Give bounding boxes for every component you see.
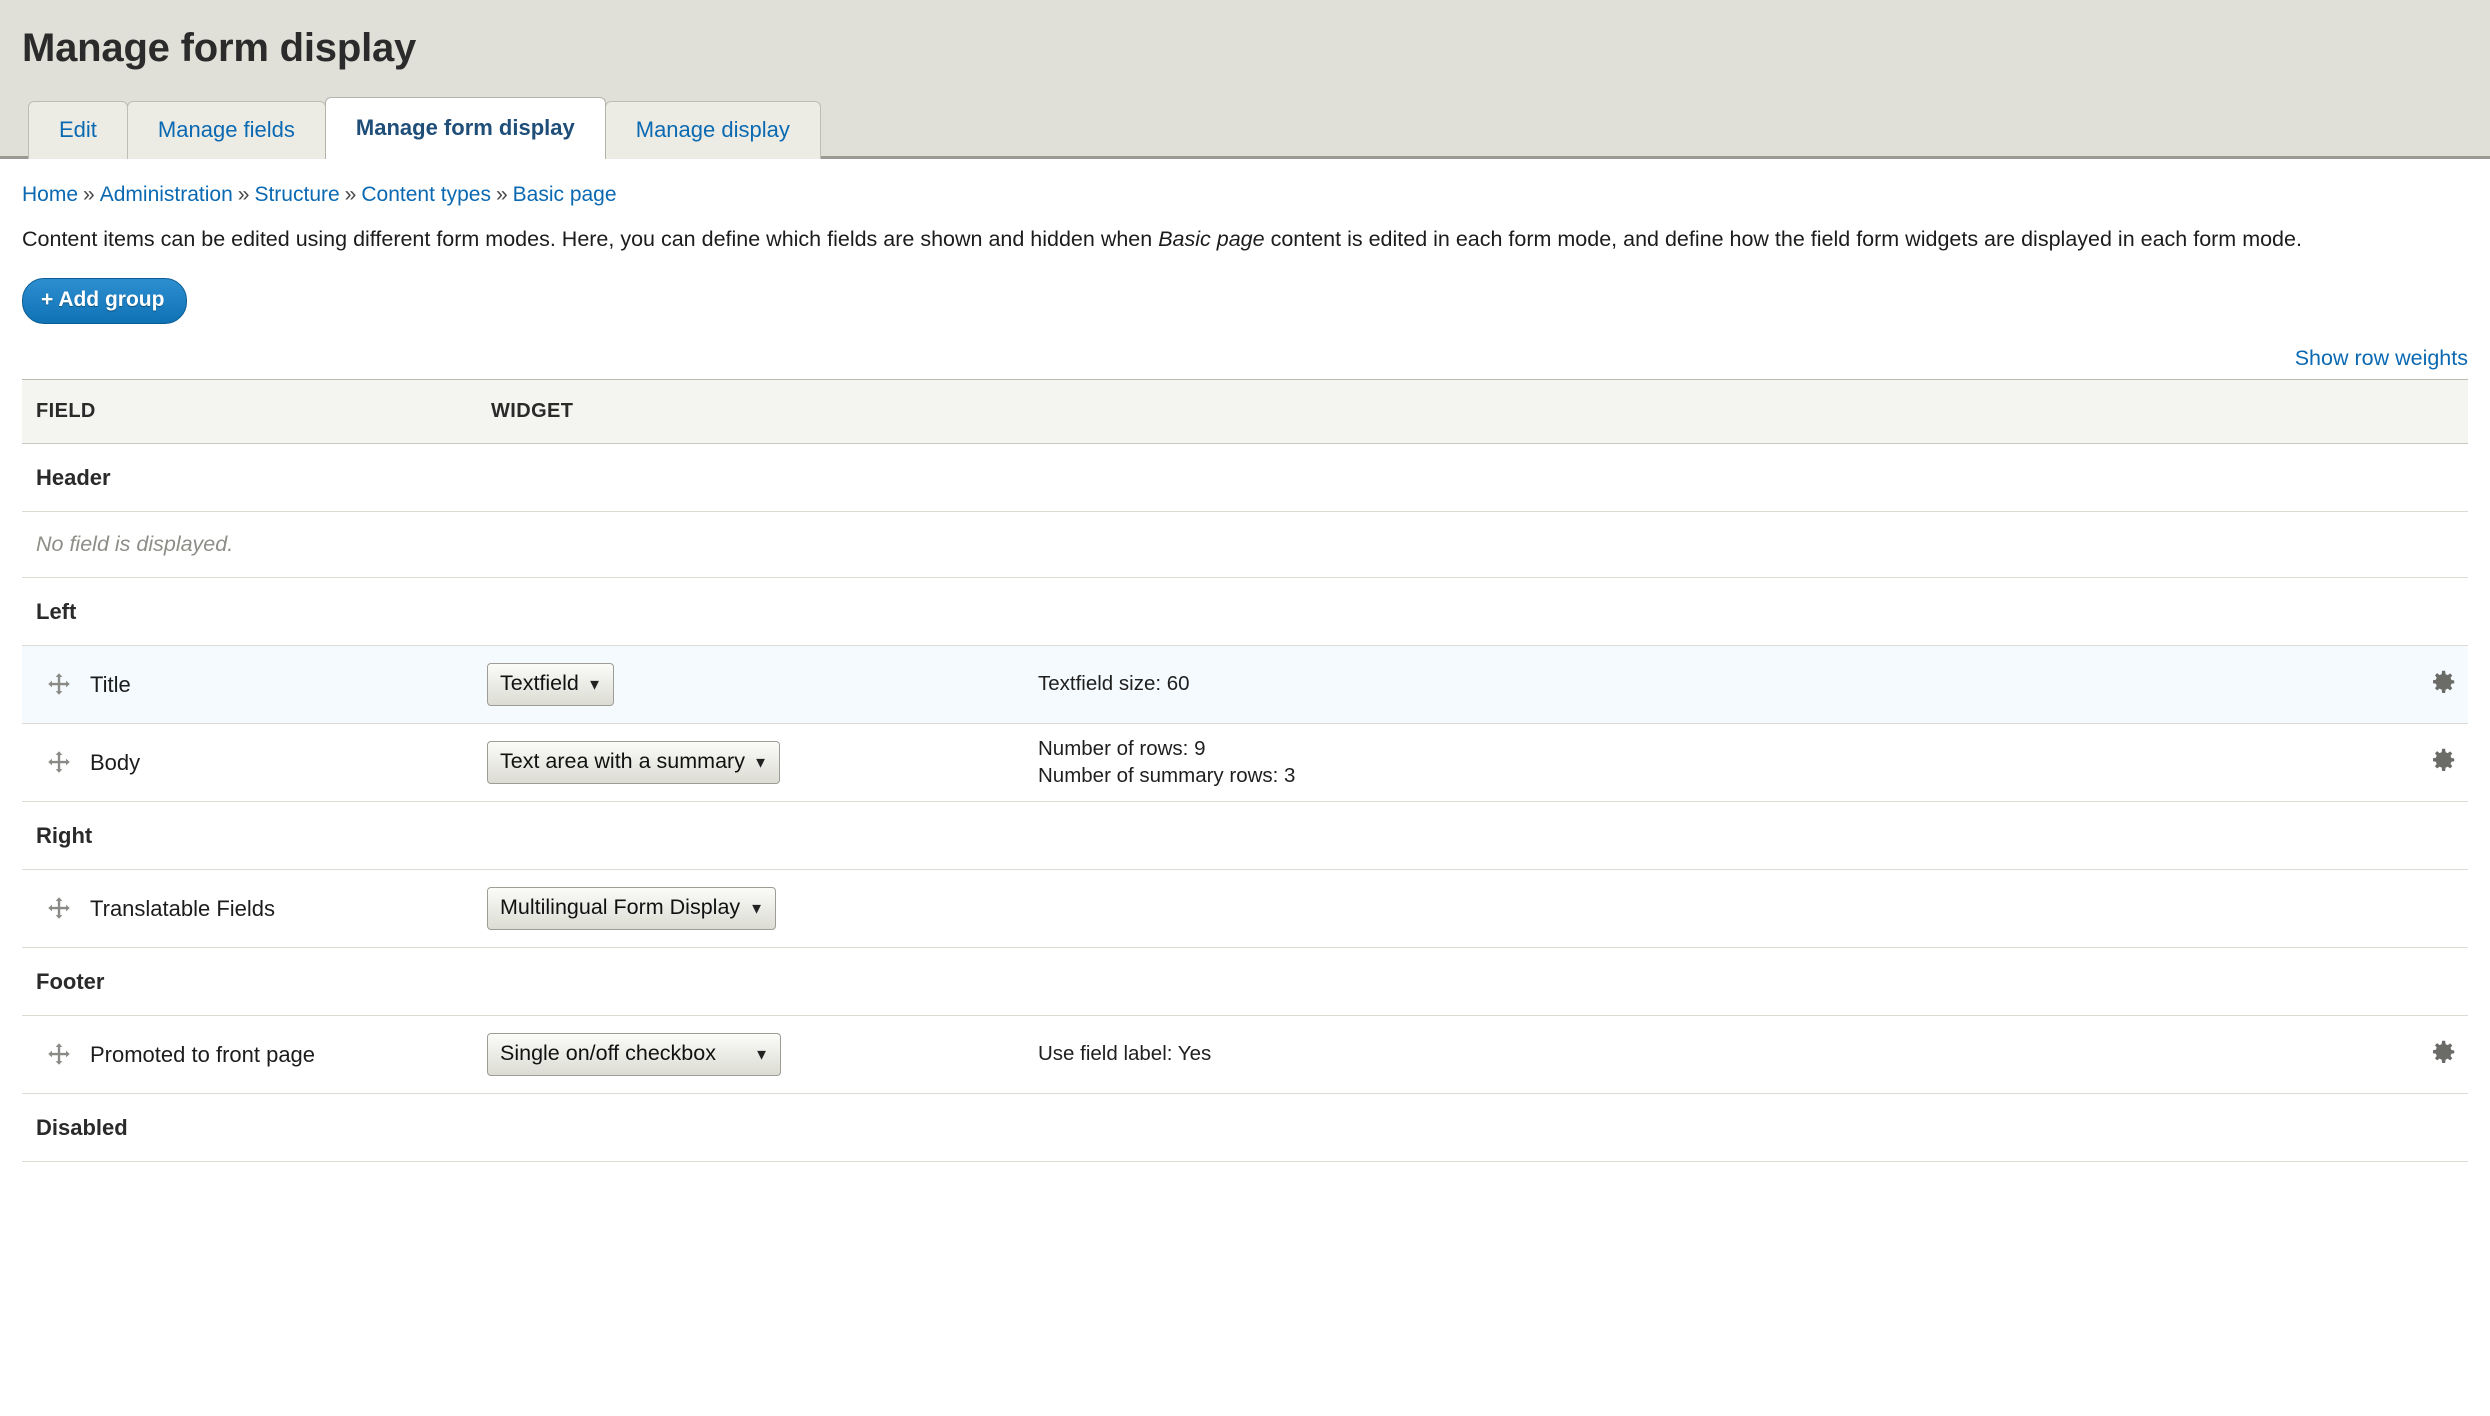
widget-cell: Text area with a summary▼ xyxy=(477,724,1022,802)
summary-line: Number of rows: 9 xyxy=(1038,736,2338,762)
description-part-1: Content items can be edited using differ… xyxy=(22,227,1158,251)
settings-cell xyxy=(2348,1016,2468,1094)
summary-line: Number of summary rows: 3 xyxy=(1038,763,2338,789)
summary-line: Textfield size: 60 xyxy=(1038,671,2338,697)
field-label: Title xyxy=(90,672,131,698)
breadcrumb-link-administration[interactable]: Administration xyxy=(100,183,233,206)
breadcrumb-separator: » xyxy=(496,183,508,206)
main-content: Home»Administration»Structure»Content ty… xyxy=(0,159,2490,1162)
table-head: FIELD WIDGET xyxy=(22,380,2468,444)
empty-region-row: No field is displayed. xyxy=(22,512,2468,578)
table-header-row: FIELD WIDGET xyxy=(22,380,2468,444)
primary-tabs: Edit Manage fields Manage form display Mana… xyxy=(28,97,2490,159)
breadcrumb-separator: » xyxy=(238,183,250,206)
add-group-button[interactable]: + Add group xyxy=(22,278,187,324)
row-weights-container: Show row weights xyxy=(22,346,2468,377)
page-description: Content items can be edited using differ… xyxy=(22,225,2468,254)
widget-select-container: Multilingual Form Display▼ xyxy=(487,887,776,930)
widget-cell: Textfield▼ xyxy=(477,646,1022,724)
summary-cell: Number of rows: 9Number of summary rows:… xyxy=(1022,724,2348,802)
field-cell: Translatable Fields xyxy=(22,870,477,948)
column-header-settings xyxy=(2348,380,2468,444)
gear-icon[interactable] xyxy=(2428,1037,2458,1067)
breadcrumb: Home»Administration»Structure»Content ty… xyxy=(22,159,2468,207)
tab-label: Manage form display xyxy=(356,115,575,140)
breadcrumb-link-structure[interactable]: Structure xyxy=(254,183,339,206)
summary-line: Use field label: Yes xyxy=(1038,1041,2338,1067)
table-row: Title Textfield▼ Textfield size: 60 xyxy=(22,646,2468,724)
region-row-left: Left xyxy=(22,578,2468,646)
widget-select[interactable]: Text area with a summary xyxy=(487,741,780,784)
field-label: Promoted to front page xyxy=(90,1042,315,1068)
breadcrumb-link-basic-page[interactable]: Basic page xyxy=(513,183,617,206)
widget-select-container: Text area with a summary▼ xyxy=(487,741,780,784)
region-row-footer: Footer xyxy=(22,948,2468,1016)
widget-cell: Single on/off checkbox▼ xyxy=(477,1016,1022,1094)
summary-cell xyxy=(1022,870,2348,948)
widget-summary: Number of rows: 9Number of summary rows:… xyxy=(1032,736,2338,788)
widget-cell: Multilingual Form Display▼ xyxy=(477,870,1022,948)
empty-region-message: No field is displayed. xyxy=(22,512,2468,578)
widget-select-container: Textfield▼ xyxy=(487,663,614,706)
field-label: Body xyxy=(90,750,140,776)
description-emphasis: Basic page xyxy=(1158,227,1264,251)
tab-label: Manage fields xyxy=(158,117,295,142)
field-cell: Body xyxy=(22,724,477,802)
settings-cell xyxy=(2348,724,2468,802)
summary-cell: Use field label: Yes xyxy=(1022,1016,2348,1094)
breadcrumb-separator: » xyxy=(345,183,357,206)
page-header: Manage form display Edit Manage fields Man… xyxy=(0,0,2490,159)
field-label: Translatable Fields xyxy=(90,896,275,922)
settings-cell xyxy=(2348,870,2468,948)
tab-label: Manage display xyxy=(636,117,790,142)
page-title: Manage form display xyxy=(22,26,2490,71)
table-row: Body Text area with a summary▼ Number of r… xyxy=(22,724,2468,802)
region-row-disabled: Disabled xyxy=(22,1094,2468,1162)
tab-manage-fields[interactable]: Manage fields xyxy=(127,101,326,159)
widget-select-container: Single on/off checkbox▼ xyxy=(487,1033,781,1076)
drag-handle-icon[interactable] xyxy=(46,672,72,698)
drag-handle-icon[interactable] xyxy=(46,1042,72,1068)
breadcrumb-link-content-types[interactable]: Content types xyxy=(361,183,491,206)
table-body: HeaderNo field is displayed.Left Title Tex… xyxy=(22,444,2468,1162)
region-row-header: Header xyxy=(22,444,2468,512)
settings-cell xyxy=(2348,646,2468,724)
form-display-table: FIELD WIDGET HeaderNo field is displayed… xyxy=(22,379,2468,1162)
table-row: Promoted to front page Single on/off chec… xyxy=(22,1016,2468,1094)
tab-manage-form-display[interactable]: Manage form display xyxy=(325,97,606,159)
gear-icon[interactable] xyxy=(2428,745,2458,775)
widget-summary: Textfield size: 60 xyxy=(1032,671,2338,697)
region-label: Right xyxy=(22,802,2468,870)
tab-edit[interactable]: Edit xyxy=(28,101,128,159)
field-cell: Title xyxy=(22,646,477,724)
column-header-widget: WIDGET xyxy=(477,380,1022,444)
region-label: Header xyxy=(22,444,2468,512)
breadcrumb-link-home[interactable]: Home xyxy=(22,183,78,206)
summary-cell: Textfield size: 60 xyxy=(1022,646,2348,724)
tab-manage-display[interactable]: Manage display xyxy=(605,101,821,159)
region-row-right: Right xyxy=(22,802,2468,870)
tab-label: Edit xyxy=(59,117,97,142)
widget-select[interactable]: Single on/off checkbox xyxy=(487,1033,781,1076)
table-row: Translatable Fields Multilingual Form Dis… xyxy=(22,870,2468,948)
field-cell: Promoted to front page xyxy=(22,1016,477,1094)
column-header-field: FIELD xyxy=(22,380,477,444)
widget-select[interactable]: Textfield xyxy=(487,663,614,706)
show-row-weights-link[interactable]: Show row weights xyxy=(2295,346,2468,370)
drag-handle-icon[interactable] xyxy=(46,896,72,922)
breadcrumb-separator: » xyxy=(83,183,95,206)
drag-handle-icon[interactable] xyxy=(46,750,72,776)
region-label: Footer xyxy=(22,948,2468,1016)
widget-summary: Use field label: Yes xyxy=(1032,1041,2338,1067)
widget-select[interactable]: Multilingual Form Display xyxy=(487,887,776,930)
gear-icon[interactable] xyxy=(2428,667,2458,697)
region-label: Left xyxy=(22,578,2468,646)
region-label: Disabled xyxy=(22,1094,2468,1162)
description-part-2: content is edited in each form mode, and… xyxy=(1265,227,2302,251)
column-header-summary xyxy=(1022,380,2348,444)
